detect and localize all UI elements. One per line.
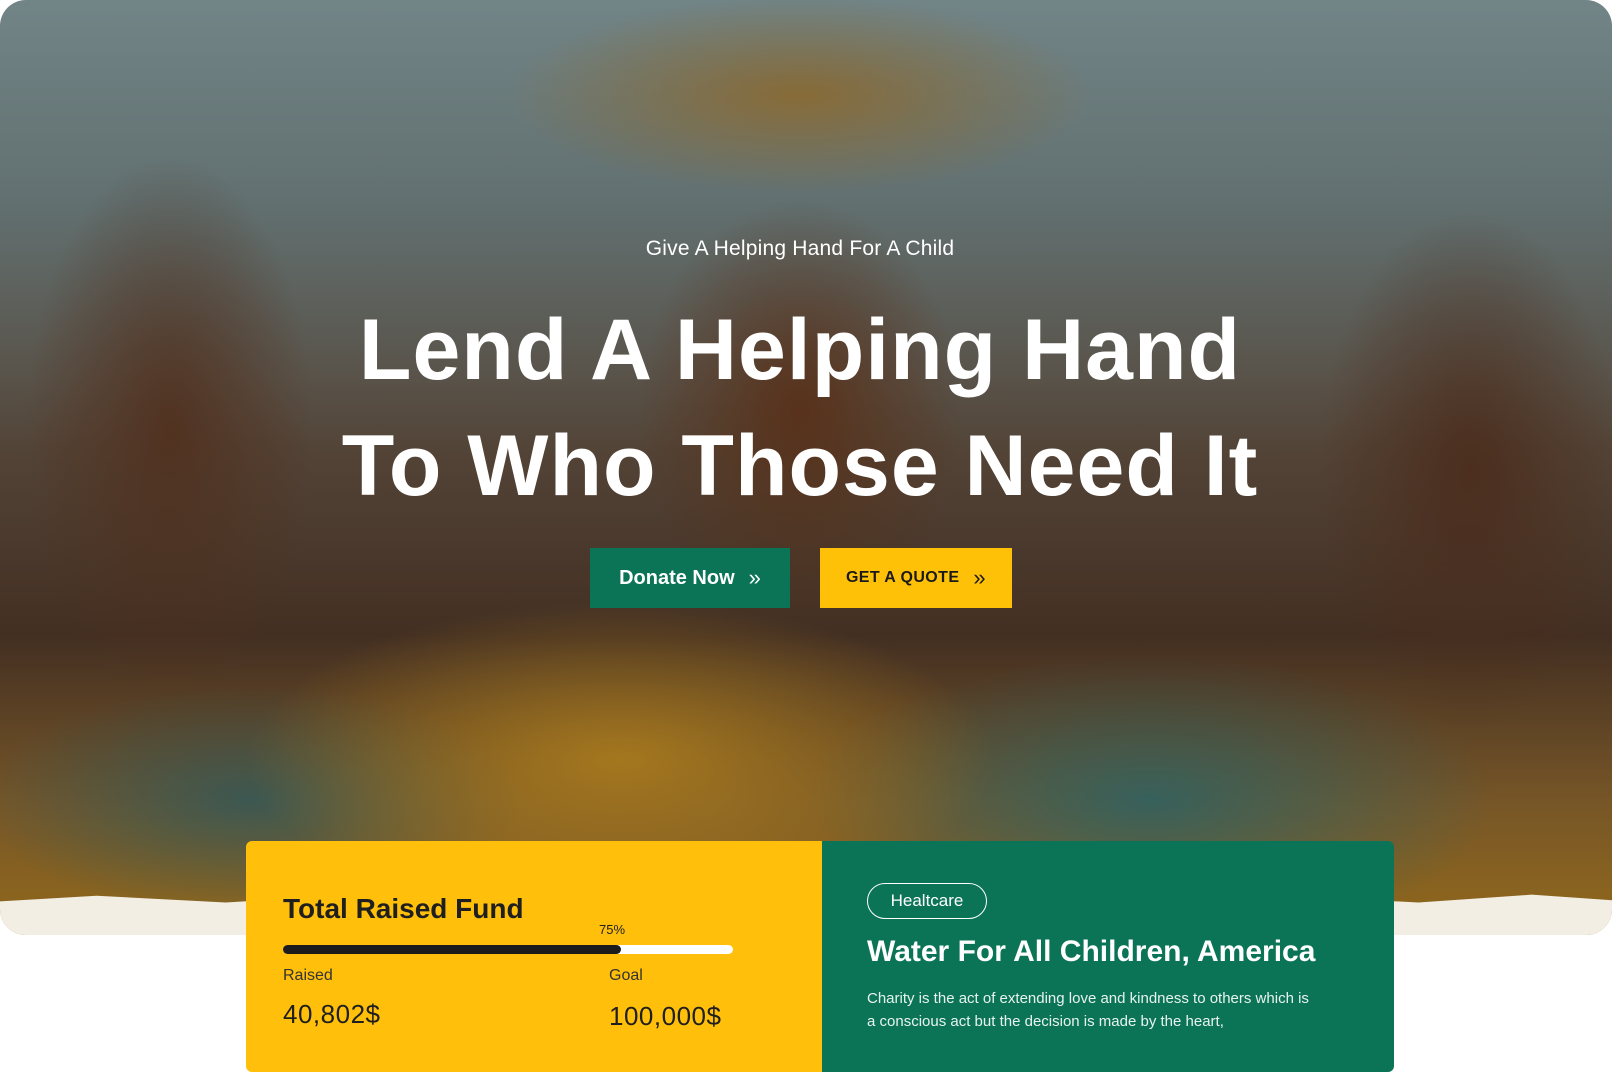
progress-track [283, 945, 733, 954]
get-a-quote-button[interactable]: GET A QUOTE » [820, 548, 1012, 608]
goal-label: Goal [609, 967, 643, 984]
category-tag[interactable]: Healtcare [867, 883, 987, 919]
donate-now-button[interactable]: Donate Now » [590, 548, 790, 608]
progress-percent: 75% [599, 922, 626, 937]
headline-line-1: Lend A Helping Hand [358, 302, 1242, 398]
fund-title: Total Raised Fund [283, 893, 524, 924]
cause-description: Charity is the act of extending love and… [867, 990, 1309, 1030]
cause-card: Healtcare Water For All Children, Americ… [822, 841, 1394, 1072]
goal-value: 100,000$ [609, 1001, 722, 1031]
double-chevron-right-icon: » [973, 565, 987, 590]
hero-headline: Lend A Helping Hand To Who Those Need It [0, 292, 1600, 524]
donate-now-label: Donate Now [619, 566, 735, 589]
hero-eyebrow: Give A Helping Hand For A Child [645, 237, 955, 260]
cause-title[interactable]: Water For All Children, America [867, 935, 1315, 969]
get-a-quote-label: GET A QUOTE [845, 569, 960, 586]
raised-fund-card: Total Raised Fund 75% Raised Goal 40,802… [246, 841, 822, 1072]
headline-line-2: To Who Those Need It [341, 418, 1259, 514]
raised-label: Raised [283, 967, 333, 984]
raised-value: 40,802$ [283, 999, 381, 1029]
double-chevron-right-icon: » [748, 565, 761, 590]
progress-fill [283, 945, 621, 954]
